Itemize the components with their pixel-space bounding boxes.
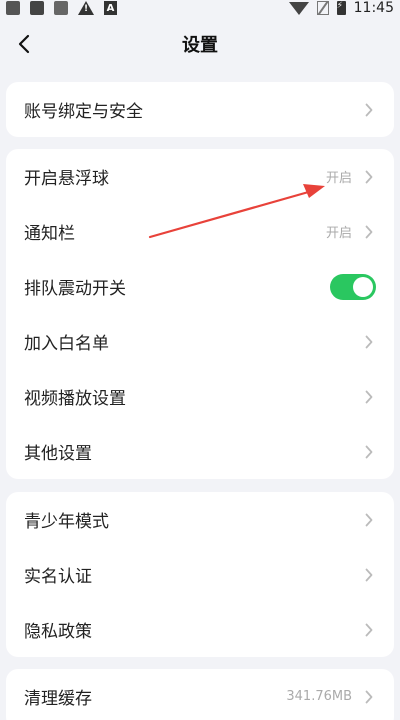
- settings-item-label: 账号绑定与安全: [24, 102, 143, 122]
- toggle-knob: [353, 276, 373, 297]
- back-button[interactable]: [8, 28, 40, 60]
- chevron-right-icon: [362, 390, 376, 404]
- chevron-right-icon: [362, 568, 376, 582]
- settings-item-label: 视频播放设置: [24, 389, 126, 409]
- warning-icon: [78, 1, 94, 15]
- chevron-right-icon: [362, 623, 376, 637]
- settings-group-privacy: 青少年模式 实名认证 隐私政策: [6, 492, 394, 657]
- cache-size-value: 341.76MB: [286, 689, 352, 704]
- chevron-right-icon: [362, 513, 376, 527]
- settings-item-label: 通知栏: [24, 224, 75, 244]
- map-icon: [54, 1, 68, 15]
- settings-item-label: 加入白名单: [24, 334, 109, 354]
- header: 设置: [0, 16, 400, 72]
- settings-item-real-name[interactable]: 实名认证: [6, 547, 394, 602]
- settings-item-label: 清理缓存: [24, 689, 92, 709]
- chevron-right-icon: [362, 445, 376, 459]
- chevron-right-icon: [362, 103, 376, 117]
- queue-vibration-toggle[interactable]: [330, 273, 376, 300]
- back-arrow-icon: [18, 34, 30, 54]
- chevron-right-icon: [362, 225, 376, 239]
- status-icons-left: A: [6, 0, 117, 16]
- notification-icon: [6, 1, 20, 15]
- chevron-right-icon: [362, 690, 376, 704]
- settings-item-label: 开启悬浮球: [24, 169, 109, 189]
- settings-item-clear-cache[interactable]: 清理缓存 341.76MB: [6, 669, 394, 720]
- no-sim-icon: [316, 1, 329, 15]
- settings-item-account-security[interactable]: 账号绑定与安全: [6, 82, 394, 137]
- settings-item-video-playback[interactable]: 视频播放设置: [6, 369, 394, 424]
- settings-item-teen-mode[interactable]: 青少年模式: [6, 492, 394, 547]
- status-time: 11:45: [353, 0, 394, 16]
- settings-item-notification-bar[interactable]: 通知栏 开启: [6, 204, 394, 259]
- page-title: 设置: [182, 35, 218, 56]
- settings-item-label: 隐私政策: [24, 622, 92, 642]
- status-bar: A 11:45: [0, 0, 400, 16]
- chevron-right-icon: [362, 170, 376, 184]
- settings-item-whitelist[interactable]: 加入白名单: [6, 314, 394, 369]
- settings-item-privacy-policy[interactable]: 隐私政策: [6, 602, 394, 657]
- battery-charging-icon: [336, 1, 346, 15]
- notification-icon: [30, 1, 44, 15]
- settings-item-label: 青少年模式: [24, 512, 109, 532]
- wifi-icon: [288, 1, 309, 15]
- settings-group-account: 账号绑定与安全: [6, 82, 394, 137]
- settings-group-storage: 清理缓存 341.76MB: [6, 669, 394, 720]
- a-box-icon: A: [104, 1, 117, 15]
- settings-item-queue-vibration: 排队震动开关: [6, 259, 394, 314]
- settings-item-floating-ball[interactable]: 开启悬浮球 开启: [6, 149, 394, 204]
- chevron-right-icon: [362, 335, 376, 349]
- settings-item-value: 开启: [325, 226, 352, 241]
- status-icons-right: 11:45: [288, 0, 394, 16]
- settings-item-label: 排队震动开关: [24, 279, 126, 299]
- settings-item-label: 其他设置: [24, 444, 92, 464]
- settings-item-other[interactable]: 其他设置: [6, 424, 394, 479]
- settings-item-label: 实名认证: [24, 567, 92, 587]
- settings-group-general: 开启悬浮球 开启 通知栏 开启 排队震动开关 加入白名单 视频播放设置 其他设置: [6, 149, 394, 479]
- settings-item-value: 开启: [325, 171, 352, 186]
